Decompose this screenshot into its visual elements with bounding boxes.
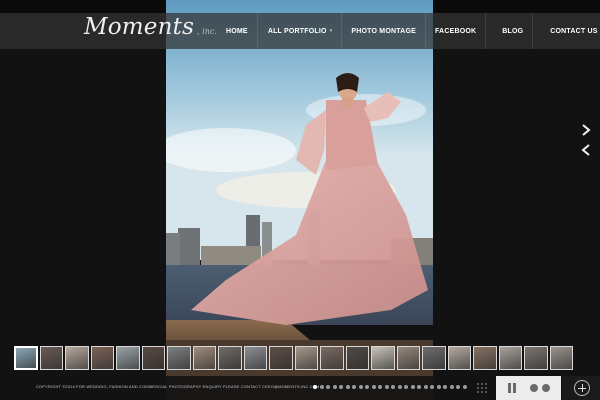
pagination-dot[interactable] (339, 385, 343, 389)
logo-wordmark: Moments (84, 14, 195, 40)
slide-thumbnail[interactable] (549, 346, 573, 370)
chevron-left-icon[interactable] (579, 143, 593, 157)
pagination-dot[interactable] (358, 385, 363, 389)
nav-item-label: FACEBOOK (434, 27, 477, 35)
slide-thumbnail[interactable] (39, 346, 63, 370)
nav-item-contact-us[interactable]: CONTACT US (533, 13, 600, 49)
slide-pagination (313, 385, 467, 389)
slide-thumbnail[interactable] (447, 346, 471, 370)
pause-icon[interactable] (508, 383, 516, 393)
slide-thumbnail[interactable] (473, 346, 497, 370)
nav-item-label: ALL PORTFOLIO (267, 27, 327, 35)
pagination-dot[interactable] (397, 385, 402, 389)
pagination-dot[interactable] (352, 385, 356, 389)
slide-thumbnail[interactable] (396, 346, 420, 370)
pagination-dot[interactable] (404, 385, 408, 389)
nav-item-all-portfolio[interactable]: ALL PORTFOLIO ▾ (258, 13, 342, 49)
slide-thumbnail[interactable] (294, 346, 318, 370)
pagination-dot[interactable] (410, 385, 415, 389)
slide-thumbnail[interactable] (65, 346, 89, 370)
pagination-dot[interactable] (430, 385, 434, 389)
chevron-down-icon: ▾ (329, 28, 333, 34)
slide-thumbnail[interactable] (371, 346, 395, 370)
pagination-dot[interactable] (371, 385, 376, 389)
nav-item-label: CONTACT US (550, 27, 598, 35)
chevron-right-icon[interactable] (579, 123, 593, 137)
pagination-dot[interactable] (326, 385, 330, 389)
site-logo[interactable]: Moments , inc. (84, 14, 217, 44)
pagination-dot[interactable] (313, 385, 317, 389)
logo-suffix: , inc. (197, 27, 217, 36)
main-nav: HOME ALL PORTFOLIO ▾ PHOTO MONTAGE FACEB… (216, 13, 600, 49)
slide-thumbnail[interactable] (498, 346, 522, 370)
pagination-dot[interactable] (449, 385, 454, 389)
slide-thumbnail[interactable] (192, 346, 216, 370)
nav-item-facebook[interactable]: FACEBOOK (426, 13, 485, 49)
pagination-dot[interactable] (384, 385, 389, 389)
expand-panel-button[interactable] (562, 376, 600, 400)
slide-thumbnail[interactable] (90, 346, 114, 370)
pagination-dot[interactable] (423, 385, 428, 389)
slide-thumbnail[interactable] (269, 346, 293, 370)
nav-item-photo-montage[interactable]: PHOTO MONTAGE (342, 13, 425, 49)
thumbnail-strip (14, 346, 573, 370)
nav-item-label: PHOTO MONTAGE (351, 27, 416, 35)
slide-thumbnail[interactable] (141, 346, 165, 370)
pagination-dot[interactable] (319, 385, 324, 389)
pagination-dot[interactable] (443, 385, 447, 389)
pagination-dot[interactable] (436, 385, 441, 389)
pagination-dot[interactable] (417, 385, 421, 389)
slide-thumbnail[interactable] (345, 346, 369, 370)
pagination-dot[interactable] (345, 385, 350, 389)
slide-thumbnail[interactable] (14, 346, 38, 370)
slide-thumbnail[interactable] (243, 346, 267, 370)
slideshow-controls (496, 376, 561, 400)
slide-thumbnail[interactable] (524, 346, 548, 370)
pagination-dot[interactable] (332, 385, 337, 389)
nav-item-home[interactable]: HOME (216, 13, 257, 49)
pagination-dot[interactable] (462, 385, 467, 389)
pagination-dot[interactable] (378, 385, 382, 389)
nav-item-blog[interactable]: BLOG (486, 13, 532, 49)
circle-next-icon[interactable] (542, 384, 550, 392)
nav-item-label: BLOG (502, 27, 524, 35)
slide-thumbnail[interactable] (422, 346, 446, 370)
pagination-dot[interactable] (456, 385, 460, 389)
plus-icon (574, 380, 590, 396)
slide-thumbnail[interactable] (320, 346, 344, 370)
circle-prev-icon[interactable] (530, 384, 538, 392)
grid-icon[interactable] (477, 383, 487, 393)
slide-thumbnail[interactable] (167, 346, 191, 370)
slide-thumbnail[interactable] (218, 346, 242, 370)
copyright-text: COPYRIGHT ©2014 FOR WEDDING, FASHION AND… (36, 384, 320, 389)
nav-item-label: HOME (226, 27, 248, 35)
hero-photo (166, 0, 433, 400)
pagination-dot[interactable] (391, 385, 395, 389)
pagination-dot[interactable] (365, 385, 369, 389)
slide-thumbnail[interactable] (116, 346, 140, 370)
